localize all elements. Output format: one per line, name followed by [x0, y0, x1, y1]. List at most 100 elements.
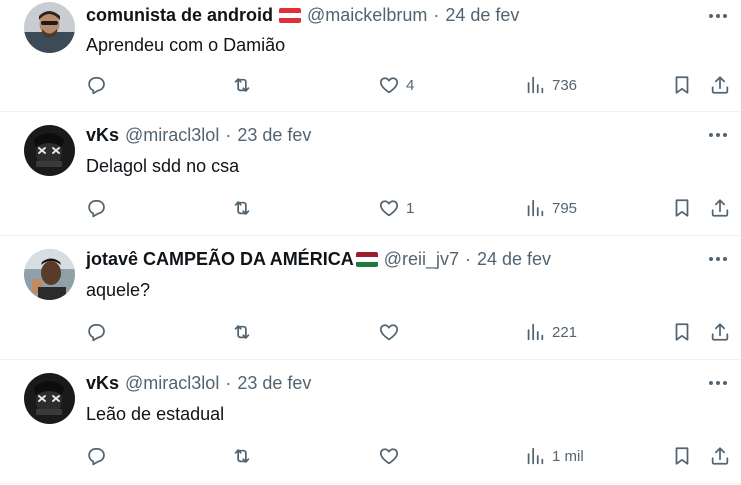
- bookmark-icon: [675, 199, 689, 217]
- heart-icon: [379, 200, 399, 217]
- bookmark-button[interactable]: [671, 194, 693, 222]
- reply-button[interactable]: [85, 442, 107, 470]
- bookmark-button[interactable]: [671, 71, 693, 99]
- share-icon: [711, 323, 729, 341]
- heart-icon: [379, 448, 399, 465]
- like-count: 1: [406, 199, 415, 217]
- like-button[interactable]: 4: [378, 71, 414, 99]
- tweet[interactable]: vKs @miracl3lol · 23 de fev Delagol sdd …: [0, 112, 741, 236]
- display-name[interactable]: vKs: [86, 373, 119, 394]
- timestamp[interactable]: 24 de fev: [445, 5, 519, 26]
- separator: ·: [225, 372, 232, 393]
- share-button[interactable]: [709, 318, 731, 346]
- more-dots-icon: [709, 14, 727, 18]
- action-bar: 221: [0, 318, 741, 346]
- bookmark-icon: [675, 447, 689, 465]
- view-count: 221: [552, 323, 578, 341]
- handle[interactable]: @reii_jv7: [384, 249, 459, 270]
- like-count: 4: [406, 76, 415, 94]
- retweet-button[interactable]: [231, 71, 253, 99]
- separator: ·: [465, 248, 471, 269]
- more-options-button[interactable]: [707, 372, 729, 394]
- reply-feed: comunista de android @maickelbrum · 24 d…: [0, 0, 741, 485]
- share-button[interactable]: [709, 442, 731, 470]
- reply-button[interactable]: [85, 194, 107, 222]
- share-icon: [711, 447, 729, 465]
- view-count: 1 mil: [552, 447, 584, 465]
- tweet[interactable]: jotavê CAMPEÃO DA AMÉRICA @reii_jv7 · 24…: [0, 236, 741, 360]
- timestamp[interactable]: 23 de fev: [237, 373, 311, 394]
- display-name[interactable]: vKs: [86, 125, 119, 146]
- bookmark-icon: [675, 323, 689, 341]
- more-options-button[interactable]: [707, 248, 729, 270]
- more-options-button[interactable]: [707, 124, 729, 146]
- separator: ·: [433, 4, 440, 25]
- views-chart-icon: [527, 323, 544, 341]
- heart-icon: [379, 324, 399, 341]
- like-button[interactable]: 1: [378, 194, 414, 222]
- timestamp[interactable]: 23 de fev: [237, 125, 311, 146]
- reply-icon: [88, 323, 105, 342]
- avatar[interactable]: [24, 125, 75, 176]
- tweet-text: aquele?: [86, 280, 151, 300]
- view-count: 795: [552, 199, 578, 217]
- tweet-header: comunista de android @maickelbrum · 24 d…: [86, 4, 519, 26]
- handle[interactable]: @miracl3lol: [125, 373, 219, 394]
- reply-button[interactable]: [85, 318, 107, 346]
- avatar[interactable]: [24, 249, 75, 300]
- share-icon: [711, 76, 729, 94]
- share-button[interactable]: [709, 71, 731, 99]
- retweet-button[interactable]: [231, 318, 253, 346]
- fluminense-flag-icon: [355, 251, 378, 267]
- retweet-icon: [234, 449, 250, 463]
- share-button[interactable]: [709, 194, 731, 222]
- bookmark-button[interactable]: [671, 318, 693, 346]
- retweet-icon: [234, 201, 250, 215]
- austria-flag-icon: [279, 7, 302, 23]
- handle[interactable]: @miracl3lol: [125, 125, 219, 146]
- tweet-text: Delagol sdd no csa: [86, 156, 240, 176]
- timestamp[interactable]: 24 de fev: [477, 249, 551, 270]
- views-button[interactable]: 1 mil: [524, 442, 584, 470]
- action-bar: 4 736: [0, 71, 741, 99]
- retweet-button[interactable]: [231, 442, 253, 470]
- display-name[interactable]: jotavê CAMPEÃO DA AMÉRICA: [86, 249, 354, 270]
- tweet-text: Leão de estadual: [86, 404, 225, 424]
- views-button[interactable]: 795: [524, 194, 577, 222]
- more-dots-icon: [709, 133, 727, 137]
- action-bar: 1 mil: [0, 442, 741, 470]
- reply-icon: [88, 199, 105, 218]
- views-button[interactable]: 736: [524, 71, 577, 99]
- reply-icon: [88, 447, 105, 466]
- avatar[interactable]: [24, 2, 75, 53]
- like-button[interactable]: [378, 442, 406, 470]
- more-dots-icon: [709, 257, 727, 261]
- reply-button[interactable]: [85, 71, 107, 99]
- tweet-text: Aprendeu com o Damião: [86, 35, 286, 55]
- retweet-icon: [234, 78, 250, 92]
- tweet-header: jotavê CAMPEÃO DA AMÉRICA @reii_jv7 · 24…: [86, 248, 551, 270]
- action-bar: 1 795: [0, 194, 741, 222]
- retweet-icon: [234, 325, 250, 339]
- views-chart-icon: [527, 76, 544, 94]
- tweet[interactable]: vKs @miracl3lol · 23 de fev Leão de esta…: [0, 360, 741, 484]
- retweet-button[interactable]: [231, 194, 253, 222]
- display-name[interactable]: comunista de android: [86, 5, 273, 26]
- bookmark-button[interactable]: [671, 442, 693, 470]
- avatar[interactable]: [24, 373, 75, 424]
- separator: ·: [225, 124, 232, 145]
- heart-icon: [379, 77, 399, 94]
- views-chart-icon: [527, 447, 544, 465]
- tweet[interactable]: comunista de android @maickelbrum · 24 d…: [0, 0, 741, 112]
- tweet-header: vKs @miracl3lol · 23 de fev: [86, 372, 311, 394]
- views-button[interactable]: 221: [524, 318, 577, 346]
- handle[interactable]: @maickelbrum: [307, 5, 427, 26]
- bookmark-icon: [675, 76, 689, 94]
- view-count: 736: [552, 76, 578, 94]
- reply-icon: [88, 76, 105, 95]
- like-button[interactable]: [378, 318, 406, 346]
- share-icon: [711, 199, 729, 217]
- more-options-button[interactable]: [707, 5, 729, 27]
- more-dots-icon: [709, 381, 727, 385]
- tweet-header: vKs @miracl3lol · 23 de fev: [86, 124, 311, 146]
